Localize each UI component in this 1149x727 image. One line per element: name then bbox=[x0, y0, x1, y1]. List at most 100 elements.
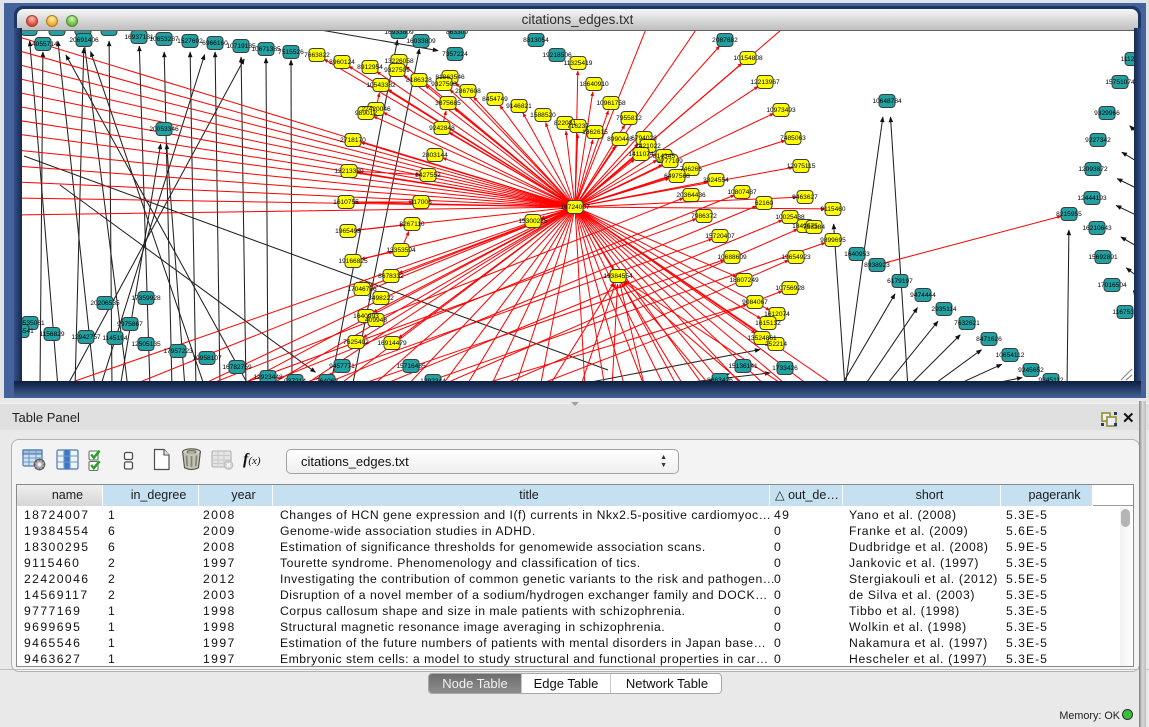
svg-text:9777109: 9777109 bbox=[657, 158, 683, 165]
svg-text:10756928: 10756928 bbox=[775, 285, 805, 292]
svg-text:10025438: 10025438 bbox=[775, 214, 805, 221]
svg-text:10653287: 10653287 bbox=[149, 36, 179, 43]
svg-text:17016504: 17016504 bbox=[1097, 282, 1127, 289]
svg-text:18640910: 18640910 bbox=[579, 81, 609, 88]
svg-text:8186328: 8186328 bbox=[406, 77, 432, 84]
svg-text:1733426: 1733426 bbox=[772, 365, 798, 372]
svg-text:2867608: 2867608 bbox=[455, 88, 481, 95]
svg-text:8990448: 8990448 bbox=[607, 136, 633, 143]
svg-text:17359928: 17359928 bbox=[131, 295, 161, 302]
svg-text:1615132: 1615132 bbox=[755, 320, 781, 327]
svg-text:1421022: 1421022 bbox=[635, 143, 661, 150]
svg-text:6966160: 6966160 bbox=[202, 40, 228, 47]
svg-text:1156829: 1156829 bbox=[39, 331, 65, 338]
svg-text:1610755: 1610755 bbox=[333, 199, 359, 206]
svg-text:1965498: 1965498 bbox=[335, 228, 361, 235]
svg-text:9242848: 9242848 bbox=[429, 125, 455, 132]
svg-text:17957223: 17957223 bbox=[163, 348, 193, 355]
svg-text:15751074: 15751074 bbox=[1105, 79, 1134, 86]
svg-text:9457771: 9457771 bbox=[329, 363, 355, 370]
svg-text:10961758: 10961758 bbox=[596, 100, 626, 107]
svg-text:16782759: 16782759 bbox=[222, 364, 252, 371]
svg-text:10671385: 10671385 bbox=[251, 46, 281, 53]
svg-text:1167533: 1167533 bbox=[1112, 309, 1134, 316]
svg-text:16210643: 16210643 bbox=[1082, 225, 1112, 232]
svg-text:2718170: 2718170 bbox=[340, 137, 366, 144]
svg-text:8938923: 8938923 bbox=[864, 262, 890, 269]
svg-text:10654112: 10654112 bbox=[996, 352, 1025, 359]
svg-text:9115460: 9115460 bbox=[820, 206, 846, 213]
svg-text:758384: 758384 bbox=[803, 224, 825, 231]
svg-text:15720407: 15720407 bbox=[705, 233, 735, 240]
svg-text:17046786: 17046786 bbox=[347, 286, 377, 293]
svg-text:19166825: 19166825 bbox=[338, 258, 368, 265]
svg-text:9975867: 9975867 bbox=[117, 321, 143, 328]
svg-text:18807249: 18807249 bbox=[729, 277, 759, 284]
svg-text:12505135: 12505135 bbox=[131, 341, 161, 348]
svg-text:12213389: 12213389 bbox=[334, 168, 364, 175]
svg-text:2803144: 2803144 bbox=[422, 152, 448, 159]
svg-text:117006: 117006 bbox=[410, 199, 432, 206]
svg-text:989012: 989012 bbox=[355, 110, 377, 117]
svg-text:8267110: 8267110 bbox=[399, 221, 425, 228]
svg-text:9245652: 9245652 bbox=[1018, 367, 1044, 374]
svg-text:12975115: 12975115 bbox=[787, 163, 816, 170]
svg-text:746266: 746266 bbox=[680, 166, 702, 173]
svg-text:9084067: 9084067 bbox=[742, 299, 768, 306]
svg-text:8454749: 8454749 bbox=[482, 96, 508, 103]
svg-text:9899695: 9899695 bbox=[820, 237, 846, 244]
svg-text:12213967: 12213967 bbox=[750, 79, 780, 86]
svg-text:20053346: 20053346 bbox=[149, 126, 179, 133]
svg-text:3875685: 3875685 bbox=[435, 100, 461, 107]
svg-text:10958107: 10958107 bbox=[192, 355, 222, 362]
svg-text:19218506: 19218506 bbox=[542, 52, 572, 59]
svg-text:16033809: 16033809 bbox=[406, 38, 436, 45]
svg-text:716237: 716237 bbox=[567, 123, 589, 130]
svg-text:11325419: 11325419 bbox=[564, 60, 593, 67]
svg-text:7515526: 7515526 bbox=[278, 49, 304, 56]
svg-text:8471626: 8471626 bbox=[976, 336, 1002, 343]
svg-text:1112549: 1112549 bbox=[1121, 56, 1134, 63]
svg-text:81863546: 81863546 bbox=[435, 74, 465, 81]
svg-text:12942757: 12942757 bbox=[71, 334, 101, 341]
svg-text:15716485: 15716485 bbox=[396, 363, 426, 370]
svg-text:20364436: 20364436 bbox=[676, 192, 706, 199]
svg-text:1640953: 1640953 bbox=[844, 251, 870, 258]
svg-text:14055714: 14055714 bbox=[28, 41, 58, 48]
svg-text:10688609: 10688609 bbox=[717, 254, 747, 261]
svg-text:10543382: 10543382 bbox=[366, 82, 396, 89]
svg-text:62160: 62160 bbox=[755, 200, 774, 207]
svg-text:7485063: 7485063 bbox=[780, 135, 806, 142]
svg-text:15692891: 15692891 bbox=[1088, 254, 1118, 261]
svg-text:8912954: 8912954 bbox=[357, 64, 383, 71]
svg-text:19654923: 19654923 bbox=[781, 254, 811, 261]
svg-text:7663822: 7663822 bbox=[304, 52, 330, 59]
svg-text:6794028: 6794028 bbox=[631, 135, 657, 142]
svg-text:1362615: 1362615 bbox=[582, 129, 608, 136]
svg-text:8678332: 8678332 bbox=[378, 273, 404, 280]
svg-text:20206535: 20206535 bbox=[90, 300, 120, 307]
svg-text:20691406: 20691406 bbox=[69, 37, 99, 44]
svg-text:2087682: 2087682 bbox=[712, 37, 738, 44]
svg-text:9227342: 9227342 bbox=[1085, 137, 1111, 144]
svg-text:13353594: 13353594 bbox=[386, 247, 416, 254]
svg-text:9474444: 9474444 bbox=[910, 292, 936, 299]
svg-text:8215955: 8215955 bbox=[1056, 211, 1082, 218]
svg-text:9327509: 9327509 bbox=[384, 67, 410, 74]
svg-text:2935114: 2935114 bbox=[931, 306, 957, 313]
svg-text:1612074: 1612074 bbox=[764, 311, 790, 318]
svg-text:19384554: 19384554 bbox=[603, 273, 633, 280]
svg-text:10973493: 10973493 bbox=[766, 107, 796, 114]
svg-text:3824554: 3824554 bbox=[703, 177, 729, 184]
svg-text:863309: 863309 bbox=[446, 31, 468, 36]
svg-text:409948: 409948 bbox=[365, 317, 387, 324]
svg-text:10648784: 10648784 bbox=[872, 98, 902, 105]
svg-text:1145194: 1145194 bbox=[102, 335, 128, 342]
svg-text:8427552: 8427552 bbox=[415, 172, 441, 179]
svg-text:9146821: 9146821 bbox=[506, 103, 532, 110]
svg-text:252214: 252214 bbox=[765, 341, 787, 348]
svg-text:12093872: 12093872 bbox=[1078, 166, 1108, 173]
svg-text:18724007: 18724007 bbox=[560, 204, 590, 211]
svg-text:7625402: 7625402 bbox=[343, 339, 369, 346]
svg-text:15136141: 15136141 bbox=[728, 363, 758, 370]
